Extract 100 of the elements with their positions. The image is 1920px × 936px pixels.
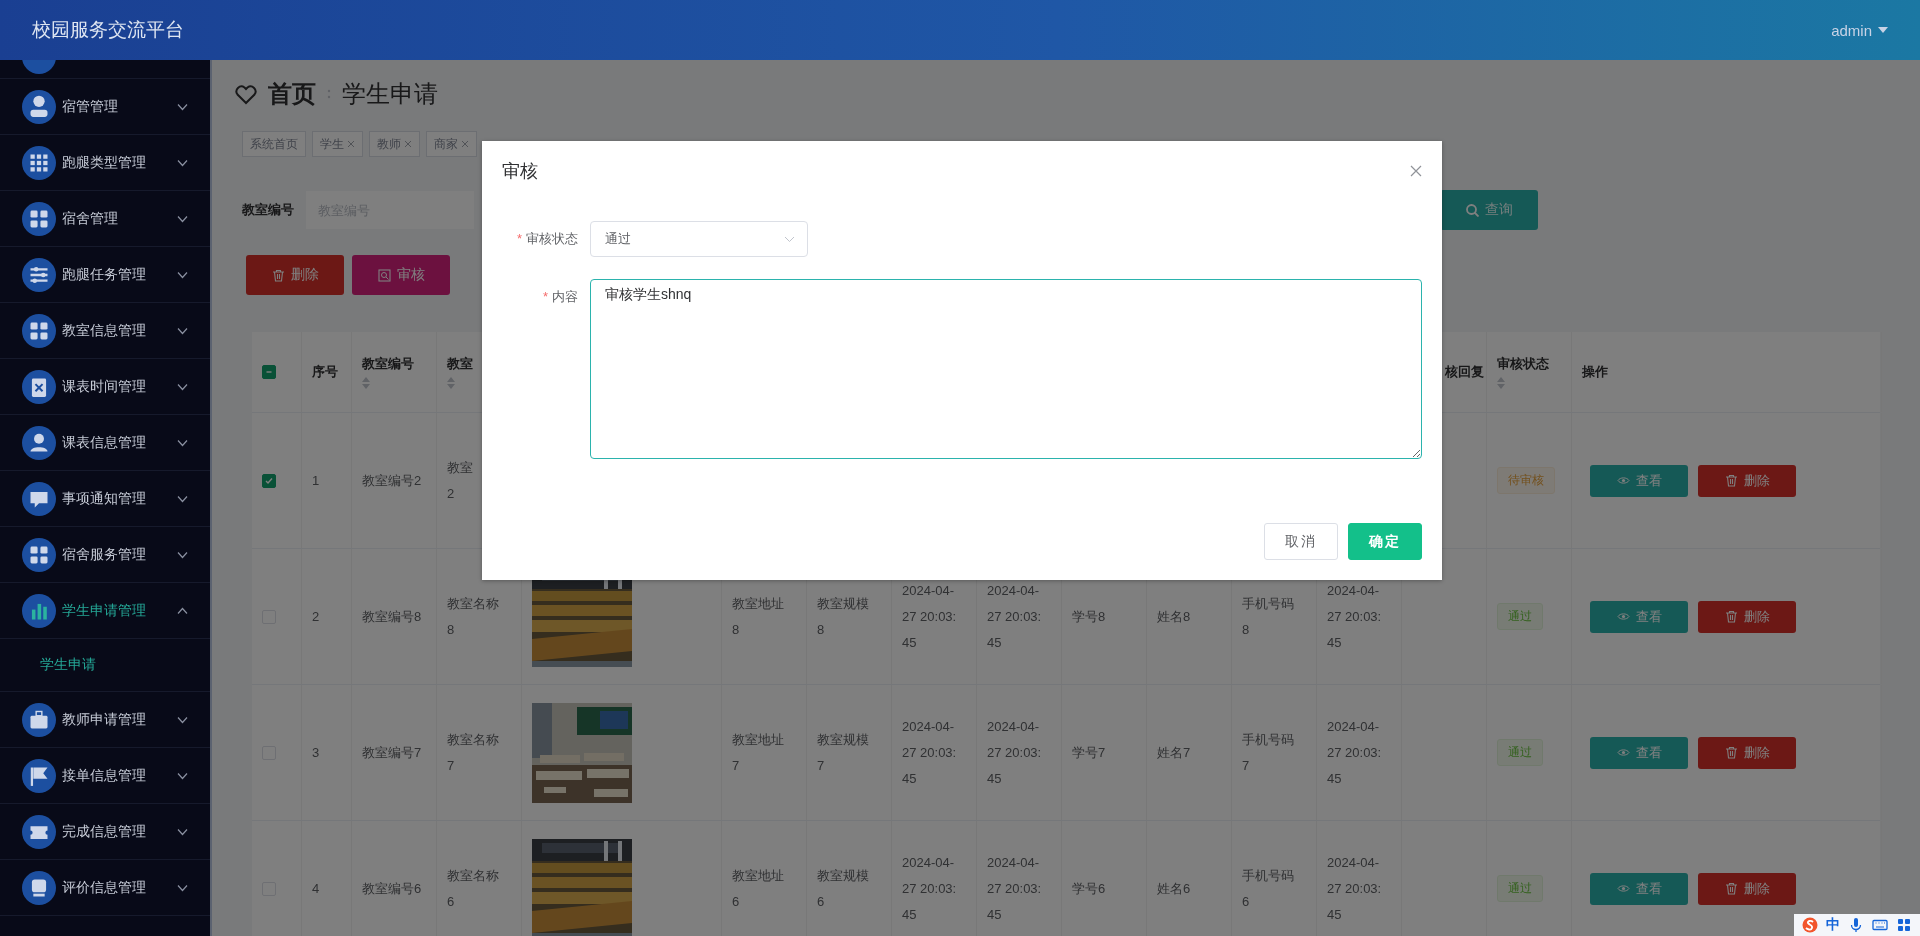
mic-icon[interactable] (1848, 917, 1864, 933)
sidebar-item[interactable]: 宿舍管理 (0, 191, 210, 247)
table-cell-text: 姓名8 (1157, 607, 1191, 626)
status-tag: 待审核 (1497, 467, 1555, 494)
close-icon[interactable] (347, 140, 355, 148)
field-label: * 审核状态 (515, 230, 579, 248)
table-cell-text: 手机号码 8 (1242, 594, 1294, 639)
column-header: 序号 (312, 363, 339, 381)
keyboard-icon[interactable] (1872, 917, 1888, 933)
sidebar-item[interactable]: 教师申请管理 (0, 692, 210, 748)
app-title: 校园服务交流平台 (32, 18, 184, 42)
table-cell-text: 教室名称 6 (447, 866, 499, 911)
checkbox[interactable] (262, 473, 276, 488)
bar-chart-icon (22, 593, 56, 628)
table-cell-text: 2024-04- 27 20:03: 45 (987, 717, 1042, 788)
table-cell-text: 教室规模 7 (817, 730, 869, 775)
table-cell-text: 教室地址 6 (732, 866, 784, 911)
table-cell-text: 2024-04- 27 20:03: 45 (1327, 717, 1382, 788)
table-cell-text: 4 (312, 879, 320, 898)
delete-button[interactable]: 删除 (1698, 600, 1796, 633)
sidebar-item[interactable]: 教室信息管理 (0, 303, 210, 359)
tiles-icon (22, 201, 56, 236)
breadcrumb-link[interactable]: 首页 (268, 78, 316, 110)
close-icon[interactable] (461, 140, 469, 148)
table-cell-text: 教室编号8 (362, 607, 422, 626)
checkbox[interactable] (262, 365, 276, 379)
sidebar-item[interactable]: 跑腿类型管理 (0, 135, 210, 191)
sidebar-subitem[interactable]: 学生申请 (0, 639, 210, 692)
ticket-icon (22, 814, 56, 849)
eye-icon (1616, 882, 1630, 895)
page-tab[interactable]: 教师 (369, 131, 420, 157)
sort-icon[interactable] (362, 377, 370, 389)
clipboard-icon (22, 369, 56, 404)
sidebar-item[interactable]: 课表时间管理 (0, 359, 210, 415)
tiles-icon (22, 537, 56, 572)
chat-icon (22, 481, 56, 516)
cancel-button[interactable]: 取消 (1264, 523, 1338, 560)
close-icon[interactable] (1410, 165, 1422, 177)
status-select[interactable]: 通过 (590, 221, 808, 257)
trash-icon (1724, 882, 1738, 895)
delete-button[interactable]: 删除 (1698, 464, 1796, 497)
table-cell-text: 教室名称 8 (447, 594, 499, 639)
grid-icon[interactable] (1896, 917, 1912, 933)
page-tab[interactable]: 学生 (312, 131, 363, 157)
separator-icon (326, 87, 332, 101)
logo-icon (1802, 917, 1818, 933)
field-label: * 内容 (541, 288, 579, 306)
table-cell-text: 教室地址 7 (732, 730, 784, 775)
delete-button[interactable]: 删除 (246, 255, 344, 295)
sidebar-item[interactable]: 宿舍服务管理 (0, 527, 210, 583)
sort-icon[interactable] (1497, 377, 1505, 389)
heart-icon (234, 83, 258, 105)
sidebar-item[interactable]: 接单信息管理 (0, 748, 210, 804)
content-field[interactable]: 审核学生shnq (590, 279, 1422, 459)
trash-icon (1724, 474, 1738, 487)
check-icon (264, 475, 274, 486)
caret-down-icon[interactable] (1878, 26, 1888, 34)
column-header: 教室编号 (362, 355, 415, 373)
sidebar-item[interactable]: 学生申请管理 (0, 583, 210, 639)
dialog-title: 审核 (502, 160, 538, 183)
eye-icon (1616, 610, 1630, 623)
sidebar-item[interactable]: 事项通知管理 (0, 471, 210, 527)
sidebar-item[interactable]: 跑腿任务管理 (0, 247, 210, 303)
column-header: 教室 (447, 355, 474, 373)
table-cell-text: 2 (312, 607, 320, 626)
sort-icon[interactable] (447, 377, 455, 389)
delete-button[interactable]: 删除 (1698, 736, 1796, 769)
page-tab[interactable]: 系统首页 (242, 131, 306, 157)
table-cell-text: 教室编号2 (362, 471, 422, 490)
table-cell-text: 学号6 (1072, 879, 1106, 898)
ime-mode[interactable]: 中 (1826, 916, 1840, 934)
page-tab[interactable]: 商家 (426, 131, 477, 157)
person-icon (22, 89, 56, 124)
review-button[interactable]: 审核 (352, 255, 450, 295)
sliders-icon (22, 257, 56, 292)
table-cell-text: 3 (312, 743, 320, 762)
table-cell-text: 2024-04- 27 20:03: 45 (987, 581, 1042, 652)
monitor-icon (22, 870, 56, 905)
table-cell-text: 学号7 (1072, 743, 1106, 762)
sidebar-item[interactable]: 课表信息管理 (0, 415, 210, 471)
status-tag: 通过 (1497, 739, 1543, 766)
sidebar-item[interactable]: 评价信息管理 (0, 860, 210, 916)
sidebar-item[interactable]: 完成信息管理 (0, 804, 210, 860)
sidebar-item[interactable]: 宿管管理 (0, 79, 210, 135)
table-cell-text: 1 (312, 471, 320, 490)
eye-icon (1616, 746, 1630, 759)
search-label: 教室编号 (242, 201, 294, 219)
trash-icon (1724, 746, 1738, 759)
close-icon[interactable] (404, 140, 412, 148)
table-cell-text: 2024-04- 27 20:03: 45 (987, 853, 1042, 924)
table-cell-text: 手机号码 7 (1242, 730, 1294, 775)
eye-icon (1616, 474, 1630, 487)
magnifier-icon (377, 268, 391, 282)
table-cell-text: 2024-04- 27 20:03: 45 (902, 581, 957, 652)
table-cell-text: 教室 2 (447, 458, 473, 503)
grid-icon (22, 145, 56, 180)
delete-button[interactable]: 删除 (1698, 872, 1796, 905)
user-menu[interactable]: admin (1831, 21, 1888, 39)
table-cell-text: 教室编号7 (362, 743, 422, 762)
flag-icon (22, 758, 56, 793)
